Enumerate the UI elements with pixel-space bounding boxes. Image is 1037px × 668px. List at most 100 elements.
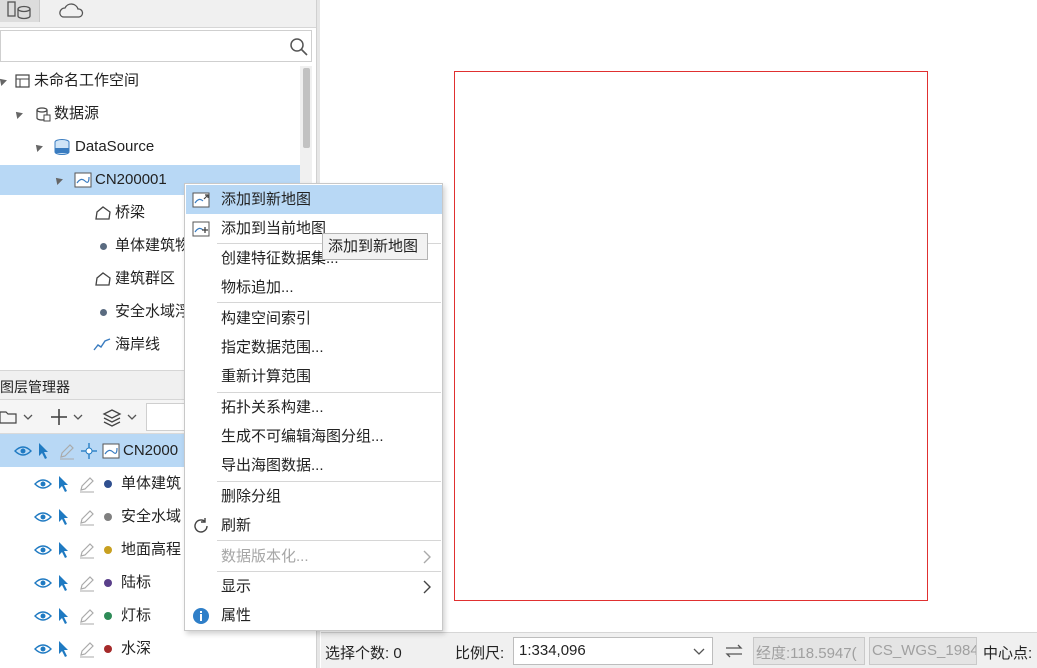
menu-separator bbox=[217, 540, 441, 541]
chevron-right-icon bbox=[423, 550, 431, 564]
layer-style-dot-icon bbox=[104, 579, 112, 587]
add-current-map-icon bbox=[192, 221, 210, 237]
layer-row[interactable]: 水深 bbox=[0, 632, 316, 665]
menu-item-build-topology[interactable]: 拓扑关系构建... bbox=[186, 393, 442, 422]
map-extent-frame bbox=[454, 71, 928, 601]
add-new-map-icon bbox=[192, 192, 210, 208]
editable-pencil-icon[interactable] bbox=[78, 607, 96, 625]
selectable-cursor-icon[interactable] bbox=[56, 574, 72, 592]
menu-item-build-spatial-index[interactable]: 构建空间索引 bbox=[186, 304, 442, 333]
tree-item-label: DataSource bbox=[75, 138, 155, 155]
visible-eye-icon[interactable] bbox=[34, 509, 52, 525]
layers-icon bbox=[102, 409, 137, 427]
editable-pencil-icon[interactable] bbox=[78, 541, 96, 559]
scrollbar-thumb[interactable] bbox=[303, 68, 310, 148]
menu-item-label: 显示 bbox=[221, 578, 252, 595]
menu-item-recompute-extent[interactable]: 重新计算范围 bbox=[186, 362, 442, 391]
menu-item-display[interactable]: 显示 bbox=[186, 572, 442, 601]
menu-item-append-objects[interactable]: 物标追加... bbox=[186, 273, 442, 302]
tree-item-datasources[interactable]: 数据源 bbox=[0, 99, 300, 129]
layer-label: 陆标 bbox=[121, 574, 152, 591]
visible-eye-icon[interactable] bbox=[34, 476, 52, 492]
layer-label: 单体建筑 bbox=[121, 475, 182, 492]
menu-item-export-chart-data[interactable]: 导出海图数据... bbox=[186, 451, 442, 480]
layer-root-label: CN2000 bbox=[123, 442, 179, 459]
editable-pencil-icon[interactable] bbox=[78, 640, 96, 658]
search-icon[interactable] bbox=[289, 37, 309, 57]
menu-item-label: 生成不可编辑海图分组... bbox=[221, 428, 384, 445]
chart-layer-icon bbox=[102, 443, 120, 459]
new-layer-group-button[interactable] bbox=[0, 404, 36, 430]
scale-select[interactable]: 1:334,096 bbox=[513, 637, 713, 665]
selectable-cursor-icon[interactable] bbox=[36, 442, 52, 460]
menu-item-add-to-new-map[interactable]: 添加到新地图 bbox=[186, 185, 442, 214]
longitude-field[interactable]: 经度:118.5947( bbox=[753, 637, 865, 665]
swap-arrows-icon[interactable] bbox=[724, 643, 744, 659]
resources-tab[interactable] bbox=[52, 0, 92, 22]
visible-eye-icon[interactable] bbox=[34, 608, 52, 624]
menu-item-label: 物标追加... bbox=[221, 279, 294, 296]
selectable-cursor-icon[interactable] bbox=[56, 640, 72, 658]
selectable-cursor-icon[interactable] bbox=[56, 541, 72, 559]
tree-item-label: 海岸线 bbox=[115, 336, 161, 353]
layer-manager-title: 图层管理器 bbox=[0, 379, 70, 395]
menu-item-properties[interactable]: 属性 bbox=[186, 601, 442, 630]
coordinate-system-field[interactable]: CS_WGS_1984 bbox=[869, 637, 977, 665]
editable-pencil-icon[interactable] bbox=[78, 508, 96, 526]
layer-label: 灯标 bbox=[121, 607, 152, 624]
editable-pencil-icon[interactable] bbox=[58, 442, 76, 460]
menu-item-label: 刷新 bbox=[221, 517, 252, 534]
region-icon bbox=[95, 272, 111, 286]
tree-item-workspace[interactable]: 未命名工作空间 bbox=[0, 66, 300, 96]
tree-item-datasource[interactable]: DataSource bbox=[0, 132, 300, 162]
tooltip: 添加到新地图 bbox=[322, 233, 428, 260]
layer-label: 水深 bbox=[121, 640, 152, 657]
menu-item-data-versioning: 数据版本化... bbox=[186, 542, 442, 571]
snap-crosshair-icon[interactable] bbox=[80, 442, 98, 460]
expand-arrow-icon[interactable] bbox=[53, 175, 63, 185]
status-bar: 选择个数: 0 比例尺: 1:334,096 经度:118.5947( CS_W… bbox=[321, 632, 1037, 668]
refresh-icon bbox=[194, 518, 208, 533]
tree-item-label: 单体建筑物 bbox=[115, 237, 191, 254]
expand-arrow-icon[interactable] bbox=[13, 109, 23, 119]
menu-item-label: 删除分组 bbox=[221, 488, 282, 505]
tree-item-label: 桥梁 bbox=[115, 204, 146, 221]
point-icon bbox=[100, 243, 107, 250]
menu-item-label: 创建特征数据集... bbox=[221, 250, 339, 267]
menu-item-label: 导出海图数据... bbox=[221, 457, 324, 474]
menu-separator bbox=[217, 302, 441, 303]
menu-item-label: 数据版本化... bbox=[221, 548, 309, 565]
selectable-cursor-icon[interactable] bbox=[56, 508, 72, 526]
visible-eye-icon[interactable] bbox=[34, 575, 52, 591]
selectable-cursor-icon[interactable] bbox=[56, 475, 72, 493]
menu-item-label: 属性 bbox=[221, 607, 252, 624]
chart-dataset-icon bbox=[74, 172, 92, 188]
scale-value: 1:334,096 bbox=[519, 642, 586, 659]
menu-item-delete-group[interactable]: 删除分组 bbox=[186, 482, 442, 511]
layer-label: 安全水域 bbox=[121, 508, 182, 525]
visible-eye-icon[interactable] bbox=[34, 641, 52, 657]
menu-item-refresh[interactable]: 刷新 bbox=[186, 511, 442, 540]
chevron-down-icon bbox=[693, 648, 705, 655]
menu-item-label: 重新计算范围 bbox=[221, 368, 312, 385]
add-layer-button[interactable] bbox=[48, 404, 88, 430]
cloud-icon bbox=[59, 3, 84, 18]
menu-item-set-data-extent[interactable]: 指定数据范围... bbox=[186, 333, 442, 362]
expand-arrow-icon[interactable] bbox=[33, 142, 43, 152]
line-icon bbox=[93, 338, 111, 351]
workspace-tab[interactable] bbox=[0, 0, 40, 22]
workspace-search-input[interactable] bbox=[0, 30, 312, 62]
workspace-icon bbox=[15, 74, 30, 88]
menu-item-label: 构建空间索引 bbox=[221, 310, 312, 327]
expand-arrow-icon[interactable] bbox=[0, 76, 7, 86]
menu-item-label: 拓扑关系构建... bbox=[221, 399, 324, 416]
selectable-cursor-icon[interactable] bbox=[56, 607, 72, 625]
menu-item-generate-readonly-group[interactable]: 生成不可编辑海图分组... bbox=[186, 422, 442, 451]
visible-eye-icon[interactable] bbox=[14, 443, 32, 459]
visible-eye-icon[interactable] bbox=[34, 542, 52, 558]
editable-pencil-icon[interactable] bbox=[78, 574, 96, 592]
tree-item-label: 未命名工作空间 bbox=[34, 72, 140, 89]
editable-pencil-icon[interactable] bbox=[78, 475, 96, 493]
tree-item-label: 数据源 bbox=[54, 105, 100, 122]
layer-style-button[interactable] bbox=[100, 404, 142, 430]
